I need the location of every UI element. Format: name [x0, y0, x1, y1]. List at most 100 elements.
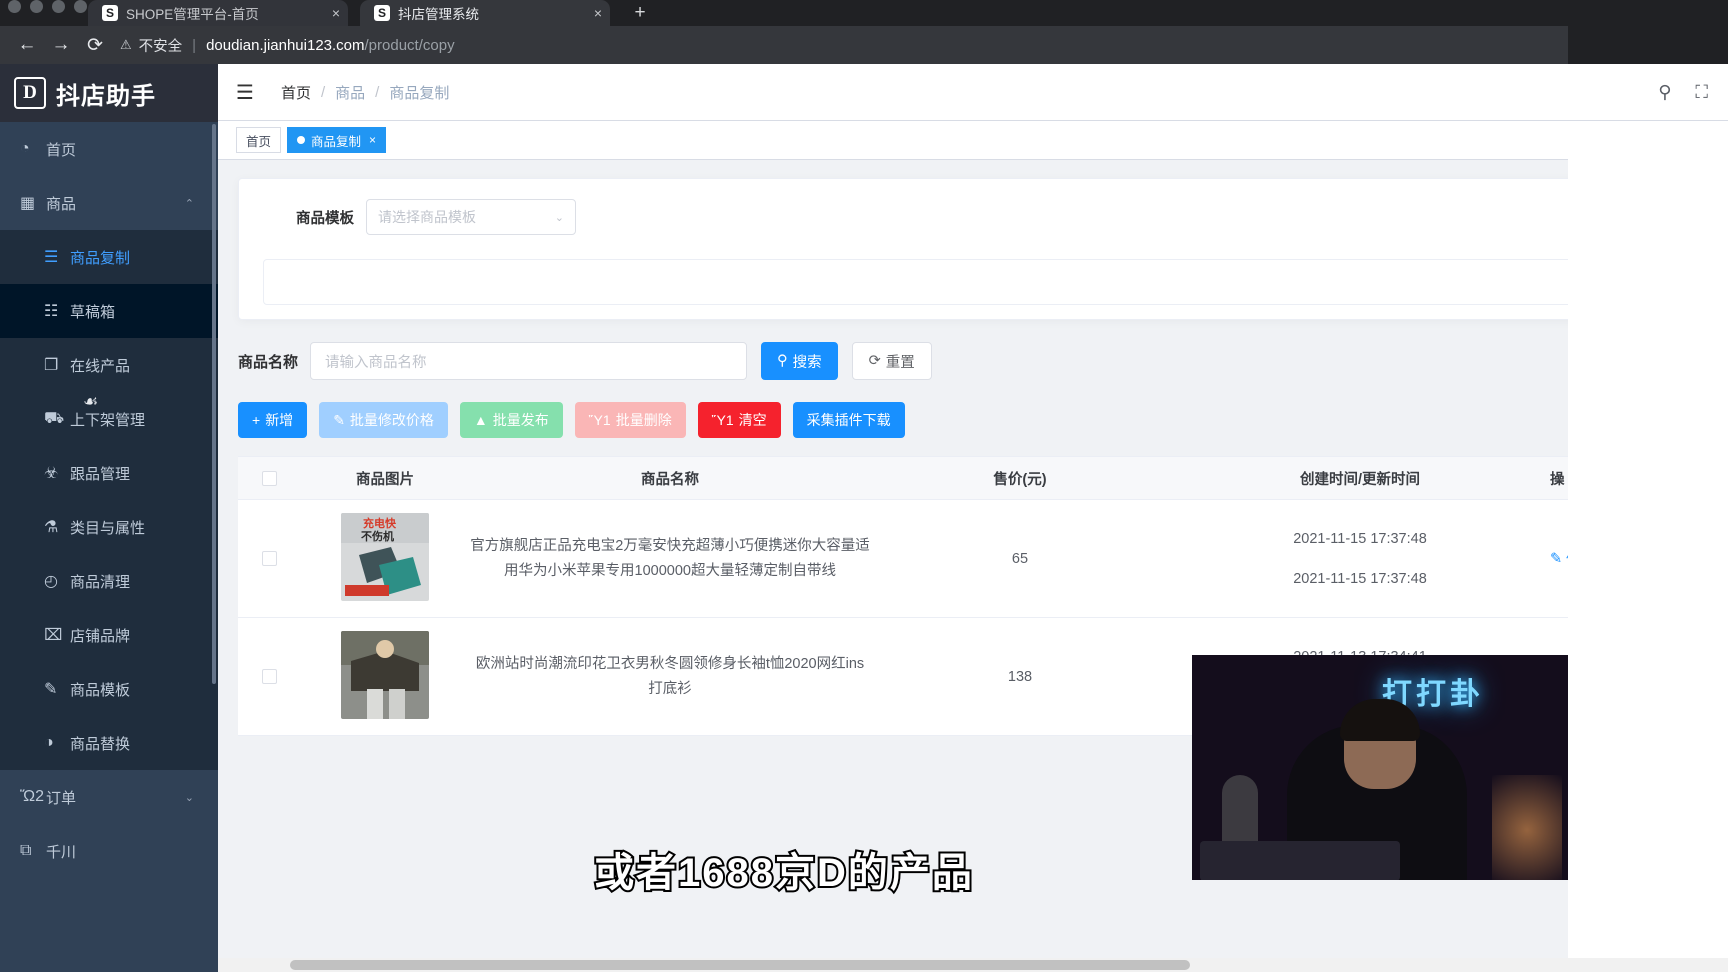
batch-edit-price-button[interactable]: ✎ 批量修改价格 [319, 402, 448, 438]
table-row[interactable]: 充电快 不伤机 官方旗舰店正品充电宝2万毫安快充超薄小巧便携迷你大容量适用华为小… [238, 500, 1728, 618]
sidebar-item-shelf-management[interactable]: ⛟ 上下架管理 [0, 392, 218, 446]
download-plugin-button[interactable]: 采集插件下载 [793, 402, 905, 438]
window-traffic-lights[interactable] [8, 0, 87, 12]
sidebar-item-product-copy[interactable]: ☰ 商品复制 [0, 230, 218, 284]
window-maximize-dot[interactable] [52, 0, 65, 13]
sidebar-item-products[interactable]: ▦ 商品 ⌃ [0, 176, 218, 230]
template-select[interactable]: 请选择商品模板 ⌄ [366, 199, 576, 235]
filter-panel: 商品模板 请选择商品模板 ⌄ [238, 178, 1728, 320]
add-button[interactable]: + 新增 [238, 402, 307, 438]
clear-all-button[interactable]: Ὕ1 清空 [698, 402, 781, 438]
forward-icon[interactable]: → [44, 28, 78, 62]
fullscreen-icon[interactable]: ⛶ [1695, 82, 1708, 103]
row-checkbox[interactable] [262, 669, 277, 684]
brand-name: 抖店助手 [56, 76, 156, 111]
browser-tab-1-close-icon[interactable]: × [324, 5, 340, 21]
window-minimize-dot[interactable] [30, 0, 43, 13]
sidebar-item-products-label: 商品 [46, 193, 185, 214]
trash-icon: Ὕ1 [712, 412, 734, 428]
sidebar-item-orders[interactable]: Ὥ2 订单 ⌄ [0, 770, 218, 824]
sidebar-item-product-cleanup-label: 商品清理 [70, 571, 218, 592]
row-select-cell [238, 669, 300, 684]
picture-in-picture-video[interactable]: 打打卦 [1192, 655, 1568, 880]
sidebar-item-product-replace-label: 商品替换 [70, 733, 218, 754]
grid-icon: ▦ [20, 193, 46, 213]
filter-inner-box [263, 259, 1705, 305]
select-all-checkbox[interactable] [262, 471, 277, 486]
back-icon[interactable]: ← [10, 28, 44, 62]
add-button-label: 新增 [265, 410, 293, 430]
batch-publish-label: 批量发布 [493, 410, 549, 430]
search-icon[interactable]: ⚲ [1658, 82, 1671, 103]
horizontal-scrollbar-thumb[interactable] [290, 960, 1190, 970]
puzzle-icon: ⚗ [44, 517, 70, 537]
breadcrumb-item-products[interactable]: 商品 [335, 82, 365, 103]
sidebar-item-follow-products[interactable]: ☣ 跟品管理 [0, 446, 218, 500]
page-right-margin [1568, 128, 1728, 972]
address-bar[interactable]: ⚠ 不安全 | doudian.jianhui123.com /product/… [120, 31, 1574, 59]
tag-home-label: 首页 [246, 131, 271, 150]
browser-tab-1[interactable]: S SHOPE管理平台-首页 × [88, 0, 348, 26]
sidebar-item-shop-brand[interactable]: ⌧ 店铺品牌 [0, 608, 218, 662]
column-header-image: 商品图片 [300, 468, 470, 489]
sidebar-item-product-cleanup[interactable]: ◴ 商品清理 [0, 554, 218, 608]
row-checkbox[interactable] [262, 551, 277, 566]
omnibox-separator: | [192, 37, 196, 54]
browser-tab-bar: S SHOPE管理平台-首页 × S 抖店管理系统 × + × [0, 0, 1728, 26]
breadcrumb-item-product-copy[interactable]: 商品复制 [389, 82, 449, 103]
window-close-dot[interactable] [8, 0, 21, 13]
sidebar-toggle-icon[interactable]: ☰ [236, 80, 253, 105]
edit-icon: ✎ [44, 679, 70, 699]
sidebar-item-home[interactable]: ◔ 首页 [0, 122, 218, 176]
row-updated-at: 2021-11-15 17:37:48 [1170, 559, 1550, 599]
table-header-row: 商品图片 商品名称 售价(元) 创建时间/更新时间 操 [238, 456, 1728, 500]
sidebar-item-online-products[interactable]: ❐ 在线产品 [0, 338, 218, 392]
reload-icon[interactable]: ⟳ [78, 28, 112, 62]
url-path: /product/copy [365, 37, 455, 54]
browser-tab-2[interactable]: S 抖店管理系统 × [360, 0, 610, 26]
search-label: 商品名称 [238, 351, 298, 372]
tag-home[interactable]: 首页 [236, 127, 281, 153]
breadcrumb: 首页 / 商品 / 商品复制 [281, 82, 449, 103]
top-header: ☰ 首页 / 商品 / 商品复制 ⚲ ⛶ [218, 64, 1728, 120]
reset-button-label: 重置 [886, 351, 915, 372]
batch-delete-label: 批量删除 [616, 410, 672, 430]
product-name-input[interactable]: 请输入商品名称 [310, 342, 747, 380]
template-select-placeholder: 请选择商品模板 [378, 207, 555, 227]
sidebar-item-product-template[interactable]: ✎ 商品模板 [0, 662, 218, 716]
trash-icon: Ὕ1 [589, 412, 611, 428]
sidebar-scrollbar[interactable] [212, 124, 216, 684]
new-tab-button[interactable]: + [628, 2, 652, 24]
chevron-up-icon: ⌃ [185, 197, 194, 210]
sidebar-logo[interactable]: D 抖店助手 [0, 64, 218, 122]
tag-product-copy[interactable]: 商品复制 × [287, 127, 386, 153]
tags-view: 首页 商品复制 × [218, 120, 1728, 160]
row-price: 138 [870, 669, 1170, 685]
sidebar-item-category-attributes[interactable]: ⚗ 类目与属性 [0, 500, 218, 554]
window-extra-dot[interactable] [74, 0, 87, 13]
sidebar: D 抖店助手 ◔ 首页 ▦ 商品 ⌃ ☰ 商品复制 ☷ 草稿箱 [0, 64, 218, 972]
batch-edit-price-label: 批量修改价格 [350, 410, 434, 430]
search-button[interactable]: ⚲ 搜索 [761, 342, 838, 380]
copy-icon: ❐ [44, 355, 70, 375]
batch-delete-button[interactable]: Ὕ1 批量删除 [575, 402, 686, 438]
product-name-placeholder: 请输入商品名称 [325, 351, 427, 372]
browser-tab-1-title: SHOPE管理平台-首页 [126, 3, 324, 23]
search-row: 商品名称 请输入商品名称 ⚲ 搜索 ⟳ 重置 [238, 342, 1728, 380]
sidebar-item-draft-box[interactable]: ☷ 草稿箱 [0, 284, 218, 338]
row-product-name: 欧洲站时尚潮流印花卫衣男秋冬圆领修身长袖t恤2020网红ins打底衫 [470, 652, 870, 702]
batch-publish-button[interactable]: ▲ 批量发布 [460, 402, 563, 438]
product-thumbnail: 充电快 不伤机 [341, 513, 429, 601]
svg-text:充电快: 充电快 [363, 516, 397, 530]
breadcrumb-item-home[interactable]: 首页 [281, 82, 311, 103]
action-buttons: + 新增 ✎ 批量修改价格 ▲ 批量发布 Ὕ1 批量删除 [238, 402, 1728, 438]
browser-toolbar: ← → ⟳ ⚠ 不安全 | doudian.jianhui123.com /pr… [0, 26, 1728, 64]
sidebar-item-product-copy-label: 商品复制 [70, 247, 218, 268]
browser-tab-2-close-icon[interactable]: × [586, 5, 602, 21]
page-content: 商品模板 请选择商品模板 ⌄ 商品名称 请输入商品名称 ⚲ [218, 160, 1728, 736]
dashboard-icon: ◔ [20, 140, 46, 158]
row-created-at: 2021-11-15 17:37:48 [1170, 519, 1550, 559]
reset-button[interactable]: ⟳ 重置 [852, 342, 932, 380]
tag-close-icon[interactable]: × [369, 133, 376, 147]
sidebar-item-product-replace[interactable]: ◑ 商品替换 [0, 716, 218, 770]
